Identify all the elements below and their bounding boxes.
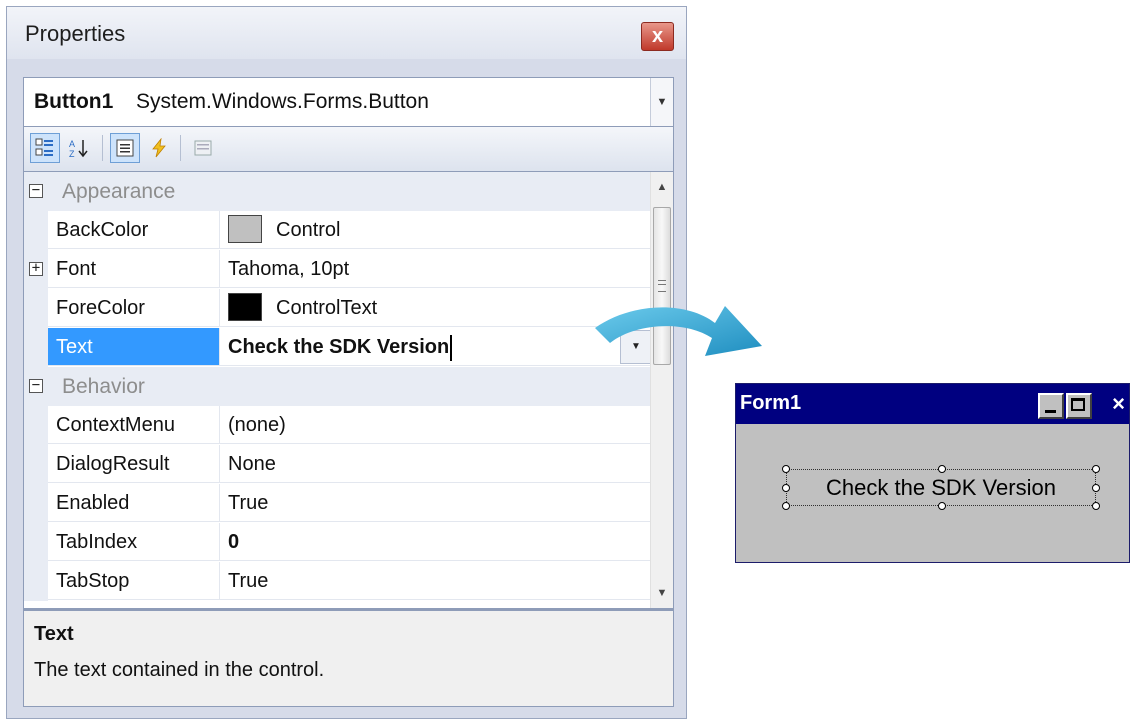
- resize-handle[interactable]: [782, 484, 790, 492]
- object-name: Button1: [34, 90, 114, 113]
- scroll-up-icon[interactable]: ▲: [651, 176, 673, 198]
- grip-icon: [658, 280, 666, 292]
- category-behavior[interactable]: − Behavior: [24, 367, 652, 406]
- property-row-tabindex[interactable]: TabIndex 0: [24, 523, 652, 562]
- property-row-enabled[interactable]: Enabled True: [24, 484, 652, 523]
- categorized-icon: [35, 138, 53, 156]
- form-button-label: Check the SDK Version: [826, 475, 1056, 500]
- color-swatch: [228, 214, 262, 243]
- properties-title-bar: Properties x: [7, 7, 686, 59]
- vertical-scrollbar[interactable]: ▲ ▼: [650, 172, 673, 608]
- row-gutter: [24, 523, 48, 562]
- events-button[interactable]: [144, 133, 174, 163]
- toolbar-separator: [102, 135, 103, 161]
- property-grid: − Appearance BackColor Control + Font Ta…: [23, 171, 674, 609]
- resize-handle[interactable]: [1092, 502, 1100, 510]
- selected-form-button[interactable]: Check the SDK Version: [782, 465, 1100, 510]
- row-gutter: [24, 562, 48, 601]
- resize-handle[interactable]: [1092, 484, 1100, 492]
- property-value[interactable]: 0: [220, 523, 652, 561]
- maximize-icon[interactable]: [1066, 393, 1092, 419]
- properties-toolbar: A Z: [23, 127, 674, 171]
- property-value[interactable]: (none): [220, 406, 652, 444]
- property-name: BackColor: [48, 211, 220, 249]
- color-swatch: [228, 292, 262, 321]
- row-gutter: [24, 328, 48, 367]
- property-name: TabIndex: [48, 523, 220, 561]
- resize-handle[interactable]: [938, 502, 946, 510]
- property-name: Font: [48, 250, 220, 288]
- properties-icon: [116, 139, 134, 157]
- row-gutter: [24, 289, 48, 328]
- property-value[interactable]: Tahoma, 10pt: [220, 250, 652, 288]
- curved-arrow-icon: [595, 306, 762, 356]
- resize-handle[interactable]: [782, 465, 790, 473]
- text-value-input[interactable]: Check the SDK Version ▼: [220, 328, 652, 366]
- svg-text:Z: Z: [69, 149, 75, 159]
- svg-text:A: A: [69, 139, 75, 149]
- form-title: Form1: [740, 392, 802, 414]
- form-title-bar: Form1 ×: [736, 384, 1129, 424]
- close-icon[interactable]: ×: [1112, 391, 1125, 417]
- property-name: DialogResult: [48, 445, 220, 483]
- scroll-down-icon[interactable]: ▼: [651, 582, 673, 604]
- row-gutter: [24, 445, 48, 484]
- property-value[interactable]: True: [220, 484, 652, 522]
- property-row-contextmenu[interactable]: ContextMenu (none): [24, 406, 652, 445]
- property-value-text: Check the SDK Version: [228, 336, 450, 358]
- property-row-font[interactable]: + Font Tahoma, 10pt: [24, 250, 652, 289]
- description-text: The text contained in the control.: [34, 659, 325, 681]
- resize-handle[interactable]: [938, 465, 946, 473]
- categorized-button[interactable]: [30, 133, 60, 163]
- property-row-backcolor[interactable]: BackColor Control: [24, 211, 652, 250]
- property-value-text: Control: [276, 219, 341, 241]
- category-appearance[interactable]: − Appearance: [24, 172, 652, 211]
- object-type: System.Windows.Forms.Button: [136, 90, 429, 113]
- row-gutter: [24, 484, 48, 523]
- row-gutter: [24, 211, 48, 250]
- form-window: Form1 × Check the SDK Version: [735, 383, 1130, 563]
- property-name: TabStop: [48, 562, 220, 600]
- resize-handle[interactable]: [1092, 465, 1100, 473]
- properties-button[interactable]: [110, 133, 140, 163]
- text-caret: [450, 334, 453, 361]
- resize-handle[interactable]: [782, 502, 790, 510]
- category-label: Appearance: [62, 180, 176, 203]
- collapse-icon[interactable]: −: [29, 183, 43, 198]
- properties-title: Properties: [25, 21, 126, 46]
- property-pages-button[interactable]: [188, 133, 218, 163]
- description-title: Text: [34, 623, 74, 645]
- property-value[interactable]: True: [220, 562, 652, 600]
- property-value-text: ControlText: [276, 297, 378, 319]
- property-name: ForeColor: [48, 289, 220, 327]
- expand-icon[interactable]: +: [29, 261, 43, 276]
- property-pages-icon: [194, 140, 212, 156]
- property-name: Enabled: [48, 484, 220, 522]
- property-name: Text: [48, 328, 220, 366]
- property-row-forecolor[interactable]: ForeColor ControlText: [24, 289, 652, 328]
- close-icon: x: [651, 25, 664, 47]
- property-value[interactable]: ControlText: [220, 289, 652, 327]
- collapse-icon[interactable]: −: [29, 378, 43, 393]
- property-name: ContextMenu: [48, 406, 220, 444]
- alphabetical-button[interactable]: A Z: [64, 133, 94, 163]
- property-row-tabstop[interactable]: TabStop True: [24, 562, 652, 601]
- alphabetical-icon: A Z: [69, 139, 88, 159]
- row-gutter: +: [24, 250, 48, 289]
- object-selector[interactable]: Button1 System.Windows.Forms.Button ▼: [23, 77, 674, 127]
- property-row-dialogresult[interactable]: DialogResult None: [24, 445, 652, 484]
- description-pane: Text The text contained in the control.: [23, 609, 674, 707]
- properties-window: Properties x Button1 System.Windows.Form…: [6, 6, 687, 719]
- chevron-down-icon[interactable]: ▼: [650, 78, 673, 126]
- property-row-text[interactable]: Text Check the SDK Version ▼: [24, 328, 652, 367]
- close-button[interactable]: x: [641, 22, 674, 51]
- property-value[interactable]: None: [220, 445, 652, 483]
- row-gutter: [24, 406, 48, 445]
- category-label: Behavior: [62, 375, 145, 398]
- minimize-icon[interactable]: [1038, 393, 1064, 419]
- toolbar-separator: [180, 135, 181, 161]
- property-value[interactable]: Control: [220, 211, 652, 249]
- events-icon: [152, 138, 166, 158]
